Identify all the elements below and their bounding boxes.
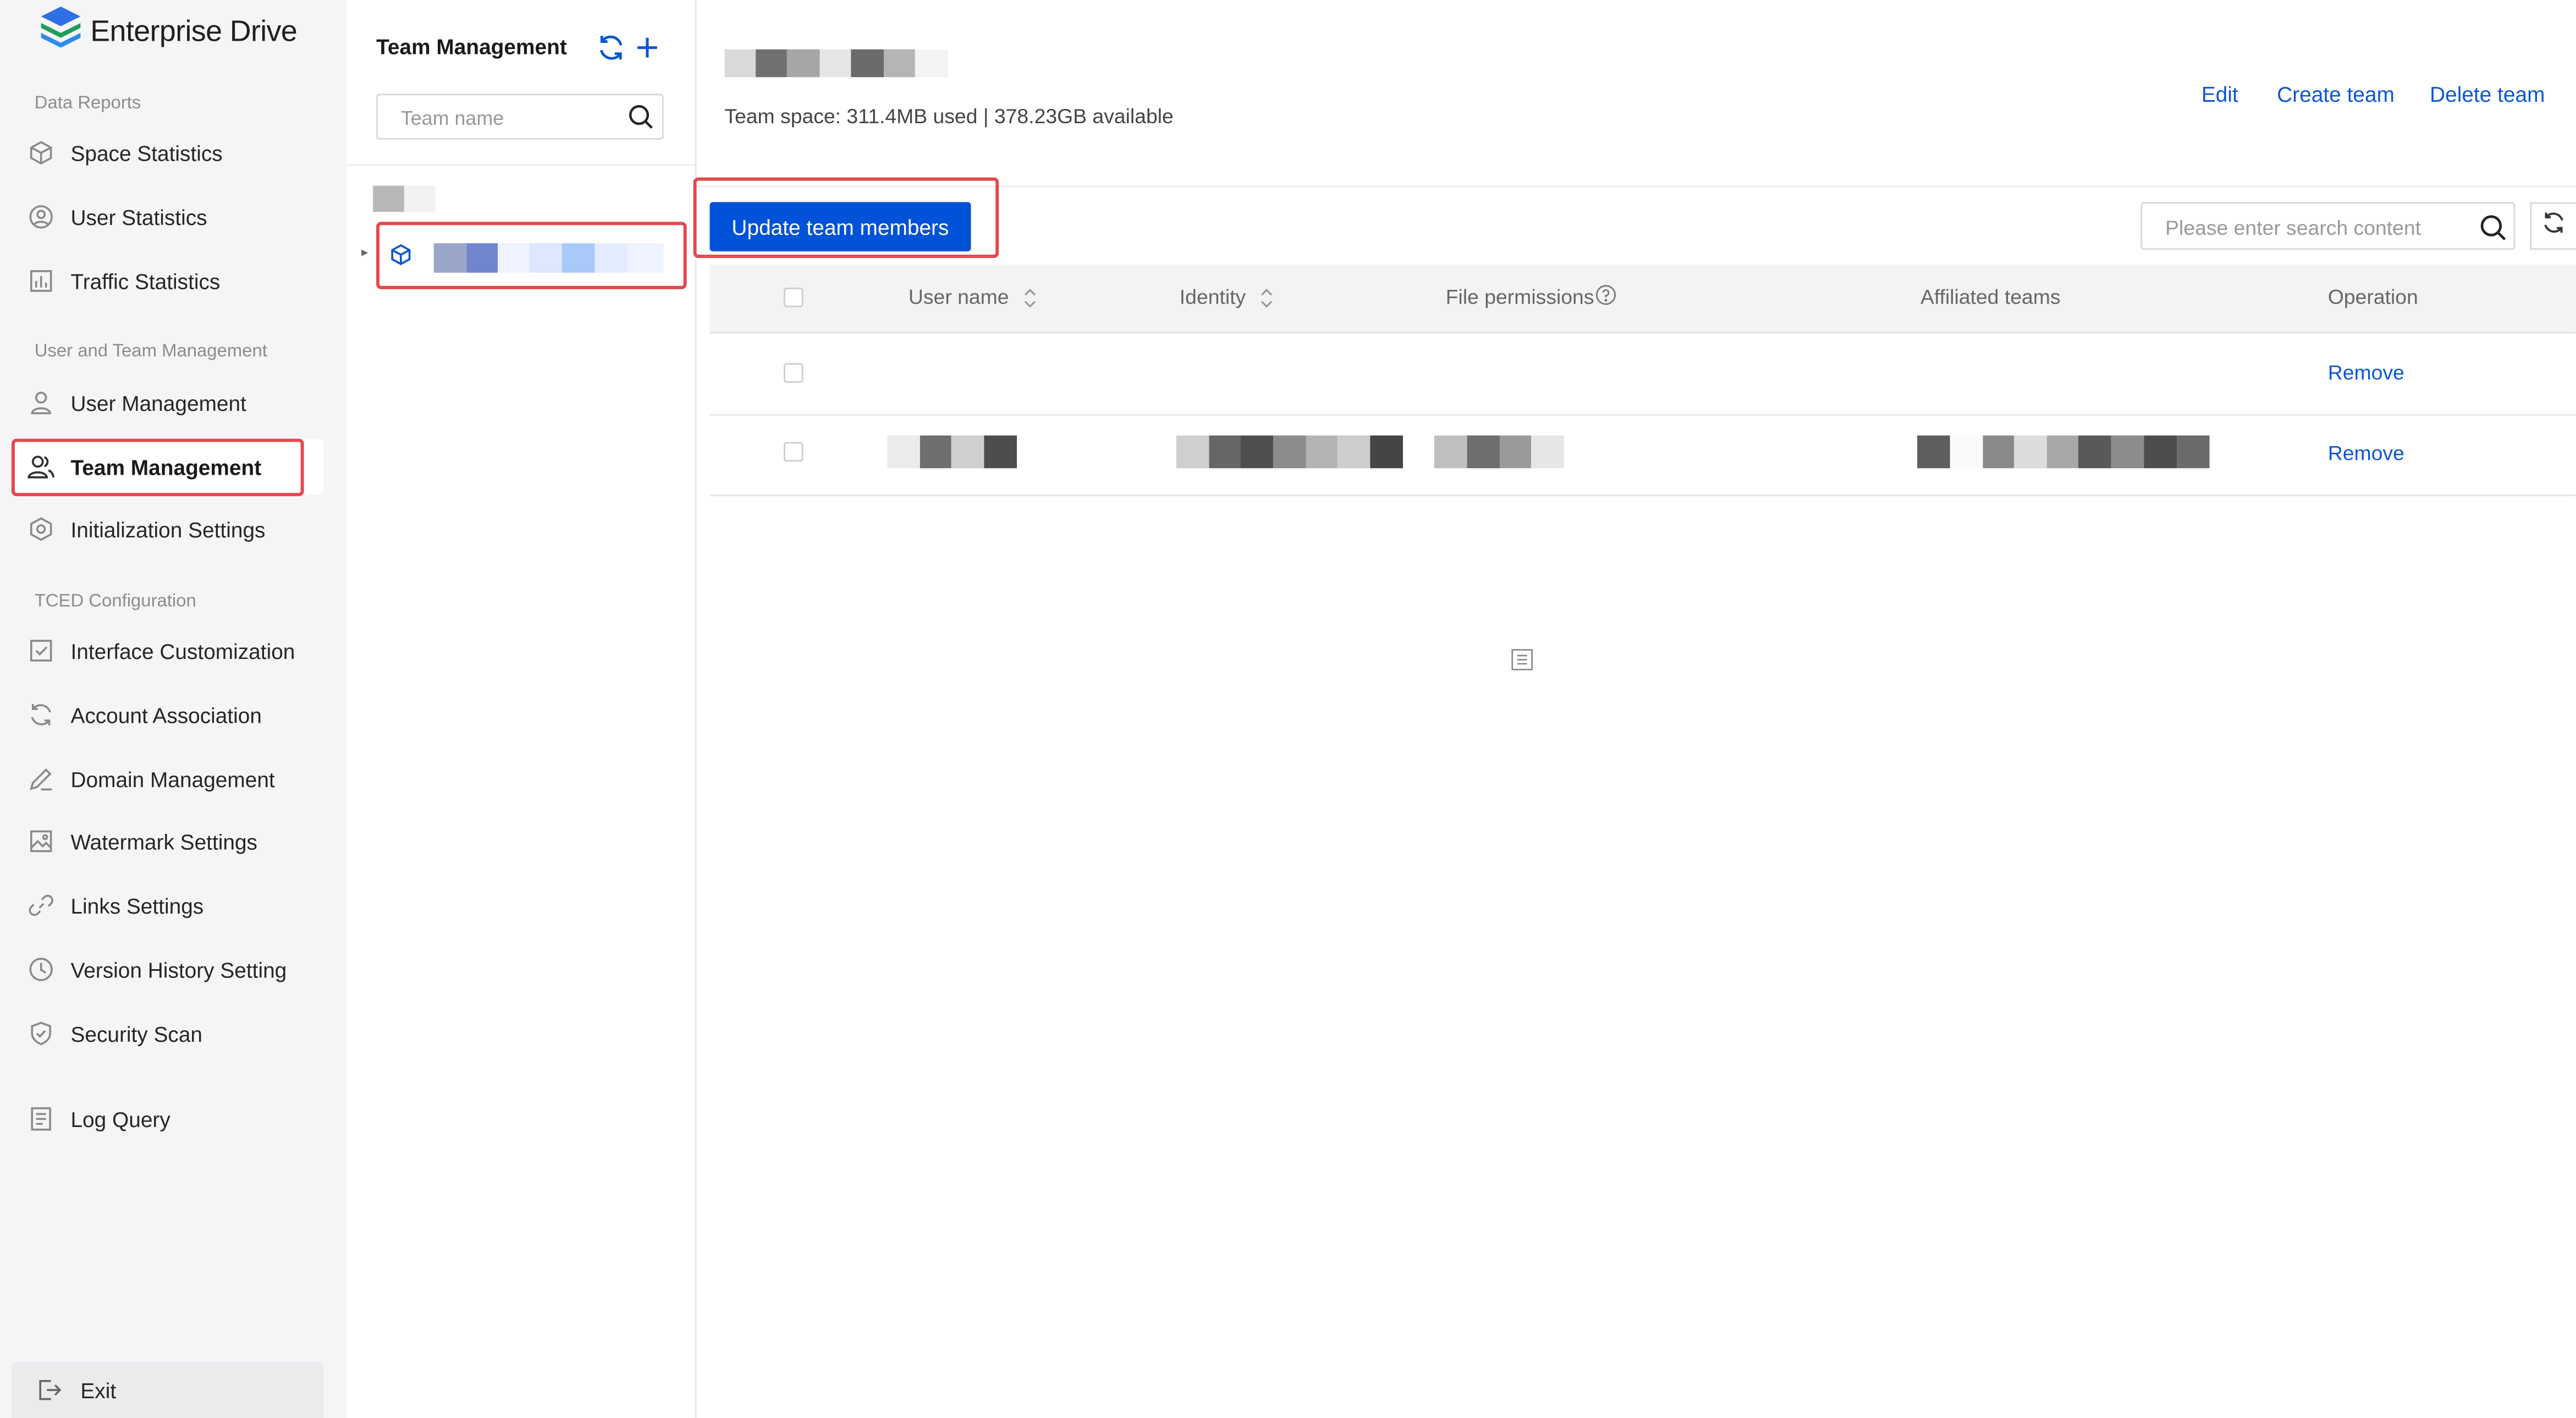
team-name-redacted [724, 49, 948, 78]
refresh-icon [2541, 210, 2566, 243]
refresh-table-button[interactable] [2530, 202, 2576, 250]
members-table-header: User name Identity File permissions Affi… [709, 264, 2576, 334]
row-checkbox[interactable] [783, 442, 803, 462]
expand-arrow-icon[interactable]: ▸ [361, 245, 368, 260]
exit-icon [35, 1375, 64, 1405]
delete-team-link[interactable]: Delete team [2430, 82, 2545, 107]
highlight-team-management [11, 438, 304, 497]
tree-root-node[interactable] [373, 185, 436, 212]
redacted-text [887, 435, 1017, 469]
sidebar-item-traffic-statistics[interactable]: Traffic Statistics [12, 253, 324, 309]
enterprise-drive-logo-icon [40, 4, 82, 58]
remove-member-link[interactable]: Remove [2328, 442, 2404, 465]
sidebar-item-version-history-setting[interactable]: Version History Setting [12, 942, 324, 998]
sync-icon [26, 700, 56, 730]
help-icon[interactable] [1596, 284, 1617, 306]
sidebar-item-links-settings[interactable]: Links Settings [12, 877, 324, 933]
sidebar-item-interface-customization[interactable]: Interface Customization [12, 623, 324, 679]
team-search-input[interactable] [378, 95, 626, 141]
member-search [2140, 202, 2516, 252]
sort-icon[interactable] [1261, 287, 1274, 308]
sidebar-item-label: Log Query [70, 1106, 170, 1131]
column-label: User name [908, 285, 1009, 309]
redacted-text [1917, 435, 2210, 469]
sidebar-item-watermark-settings[interactable]: Watermark Settings [12, 814, 324, 870]
sidebar-item-account-association[interactable]: Account Association [12, 687, 324, 743]
sidebar-item-initialization-settings[interactable]: Initialization Settings [12, 501, 324, 557]
sort-icon[interactable] [1023, 287, 1037, 308]
column-label: Identity [1179, 285, 1246, 309]
user-icon [26, 388, 56, 417]
create-team-link[interactable]: Create team [2277, 82, 2395, 107]
column-label: File permissions [1445, 285, 1594, 309]
team-space-info: Team space: 311.4MB used | 378.23GB avai… [724, 105, 1174, 129]
edit-team-link[interactable]: Edit [2201, 82, 2238, 107]
add-team-icon[interactable] [632, 33, 662, 63]
column-identity[interactable]: Identity [1180, 286, 1274, 309]
sidebar-item-label: Links Settings [70, 893, 204, 918]
exit-button[interactable]: Exit [11, 1362, 324, 1418]
team-search [376, 94, 664, 141]
team-panel-title: Team Management [376, 34, 567, 59]
table-row: Remove [709, 333, 2576, 416]
team-tree-panel: Team Management ▸ [346, 0, 697, 1418]
redacted-text [373, 185, 436, 212]
section-title-tced-configuration: TCED Configuration [34, 591, 196, 612]
sidebar-item-user-management[interactable]: User Management [12, 375, 324, 431]
panel-divider [346, 164, 695, 166]
refresh-icon[interactable] [596, 33, 626, 63]
search-icon[interactable] [628, 103, 654, 130]
exit-label: Exit [80, 1377, 117, 1403]
highlight-team-node [376, 222, 687, 289]
remove-member-link[interactable]: Remove [2328, 361, 2404, 384]
redacted-text [1176, 435, 1403, 469]
hexagon-gear-icon [26, 514, 56, 544]
shield-check-icon [26, 1019, 56, 1048]
sidebar-item-label: Watermark Settings [70, 829, 258, 854]
sidebar-item-label: User Statistics [70, 204, 207, 229]
redacted-text [1434, 435, 1564, 469]
sidebar: Enterprise Drive Data Reports Space Stat… [0, 0, 347, 1418]
sidebar-item-label: Interface Customization [70, 638, 295, 663]
sidebar-item-label: Domain Management [70, 766, 275, 792]
search-icon[interactable] [2479, 213, 2507, 241]
main-content: Team space: 311.4MB used | 378.23GB avai… [693, 0, 2576, 1418]
brand-name: Enterprise Drive [90, 14, 298, 47]
sidebar-item-space-statistics[interactable]: Space Statistics [12, 125, 324, 181]
cube-icon [26, 138, 56, 168]
sidebar-item-label: User Management [70, 390, 246, 415]
sidebar-item-label: Space Statistics [70, 140, 223, 166]
column-affiliated-teams: Affiliated teams [1920, 285, 2061, 309]
image-icon [26, 827, 56, 856]
sidebar-item-security-scan[interactable]: Security Scan [12, 1005, 324, 1062]
link-icon [26, 891, 56, 920]
checkbox-icon [26, 636, 56, 666]
sidebar-item-label: Account Association [70, 702, 262, 727]
sidebar-item-log-query[interactable]: Log Query [12, 1091, 324, 1147]
member-search-input[interactable] [2142, 204, 2481, 252]
column-operation: Operation [2327, 285, 2418, 309]
user-circle-icon [26, 202, 56, 232]
column-user-name[interactable]: User name [909, 286, 1037, 309]
clock-icon [26, 955, 56, 985]
select-all-checkbox[interactable] [783, 287, 803, 307]
list-icon [1511, 649, 1533, 670]
pen-icon [26, 764, 56, 794]
section-title-user-team-management: User and Team Management [34, 342, 267, 362]
sidebar-item-label: Initialization Settings [70, 516, 266, 542]
sidebar-item-label: Security Scan [70, 1021, 203, 1046]
section-title-data-reports: Data Reports [34, 94, 141, 114]
column-file-permissions: File permissions [1445, 284, 1617, 309]
table-row: Remove [709, 414, 2576, 497]
row-checkbox[interactable] [783, 363, 803, 383]
brand: Enterprise Drive [40, 4, 298, 58]
highlight-update-button [693, 177, 999, 258]
sidebar-item-label: Traffic Statistics [70, 268, 221, 294]
bar-chart-icon [26, 266, 56, 296]
sidebar-item-domain-management[interactable]: Domain Management [12, 751, 324, 807]
document-list-icon [26, 1104, 56, 1134]
sidebar-item-label: Version History Setting [70, 957, 287, 982]
sidebar-item-user-statistics[interactable]: User Statistics [12, 189, 324, 245]
